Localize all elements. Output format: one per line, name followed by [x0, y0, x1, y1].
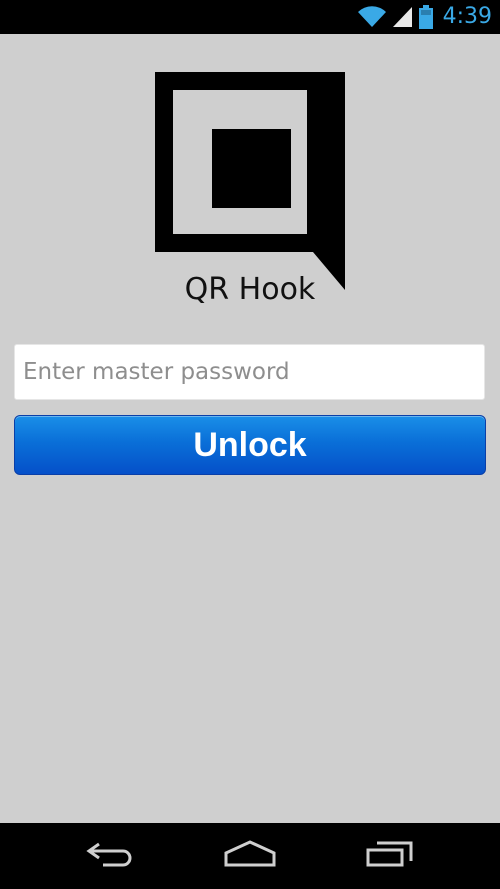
wifi-icon	[357, 6, 387, 28]
home-icon	[223, 840, 277, 872]
home-button[interactable]	[210, 823, 290, 889]
qr-hook-logo-icon	[155, 72, 345, 292]
navigation-bar	[0, 823, 500, 889]
battery-icon	[418, 5, 433, 29]
status-bar: 4:39	[0, 0, 500, 34]
signal-icon	[392, 6, 413, 28]
unlock-screen: QR Hook Unlock	[0, 34, 500, 823]
recents-button[interactable]	[350, 823, 430, 889]
app-name: QR Hook	[184, 272, 316, 307]
back-icon	[85, 840, 135, 872]
unlock-button[interactable]: Unlock	[14, 415, 486, 475]
master-password-input[interactable]	[14, 344, 485, 400]
status-icons: 4:39	[357, 0, 492, 34]
back-button[interactable]	[70, 823, 150, 889]
recents-icon	[365, 839, 415, 873]
status-clock: 4:39	[442, 4, 492, 29]
